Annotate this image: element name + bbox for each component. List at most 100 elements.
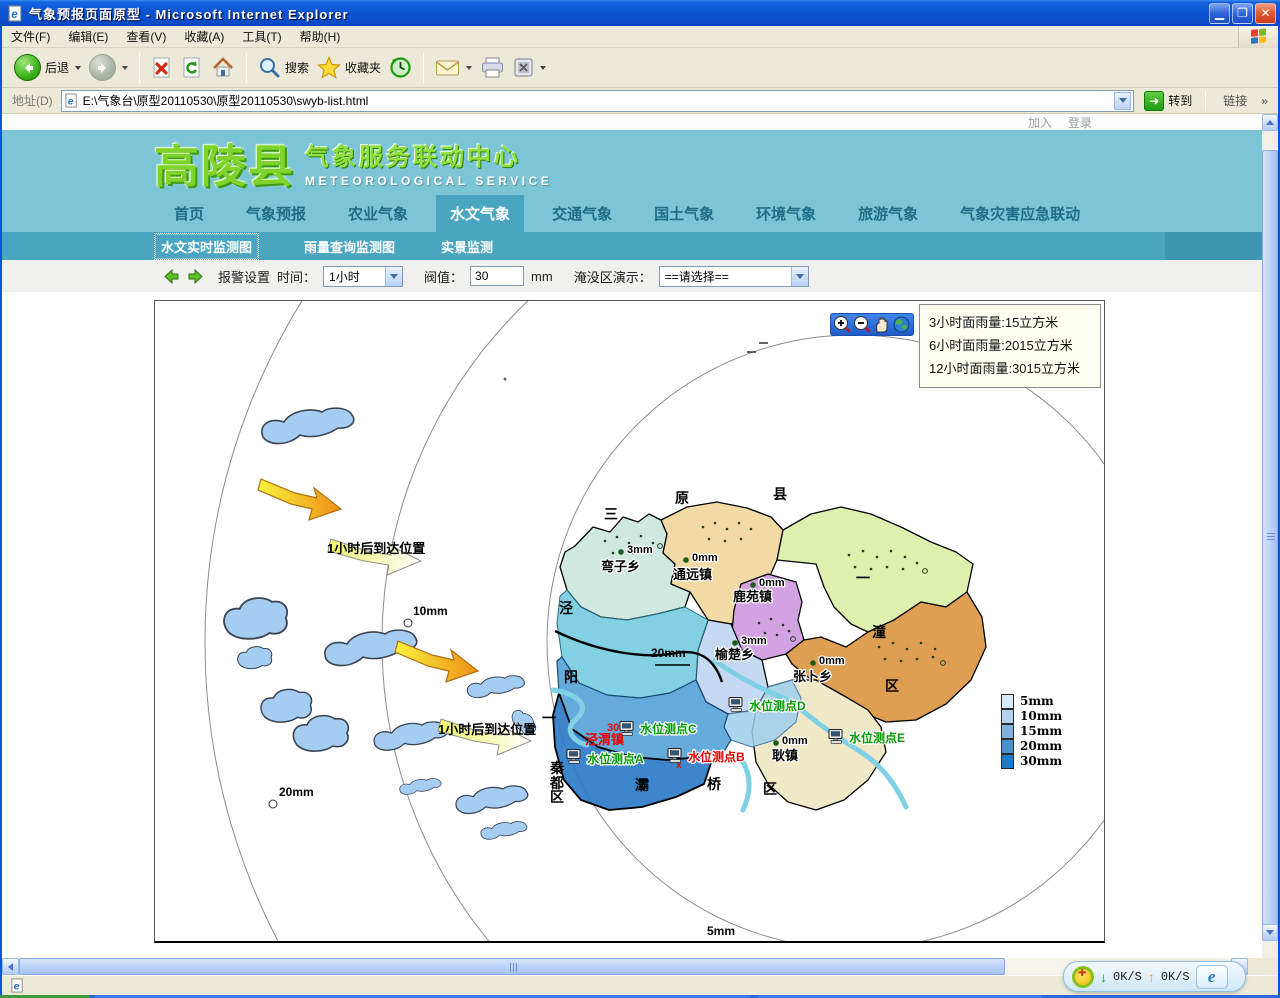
nav-land[interactable]: 国土气象 [640,195,728,232]
back-button[interactable]: 后退 [10,52,85,83]
print-button[interactable] [476,55,509,81]
station-C-label[interactable]: 水位测点C [640,721,697,736]
nav-agriculture[interactable]: 农业气象 [334,195,422,232]
station-B-label[interactable]: 水位测点B [688,749,745,764]
site-banner: 高陵县 气象服务联动中心 METEOROLOGICAL SERVICE [2,130,1264,195]
svg-text:e: e [11,7,18,20]
next-arrow-icon[interactable] [187,269,205,284]
prev-arrow-icon[interactable] [162,269,180,284]
menu-view[interactable]: 查看(V) [117,25,175,48]
back-dropdown-icon[interactable] [75,66,81,70]
station-D-label[interactable]: 水位测点D [749,698,806,713]
windows-logo-icon [1238,26,1278,48]
favorites-button[interactable]: 收藏夹 [313,54,385,81]
forward-icon [89,54,116,81]
vertical-scroll-thumb[interactable] [1262,150,1278,926]
stop-icon [151,56,173,80]
flood-select-dropdown-icon [791,267,808,286]
menu-file[interactable]: 文件(F) [2,25,59,48]
scroll-up-button[interactable] [1262,114,1278,131]
svg-text:0mm: 0mm [782,735,808,747]
favorites-label: 收藏夹 [345,59,381,76]
menu-favorites[interactable]: 收藏(A) [175,25,233,48]
time-select-value: 1小时 [324,268,385,285]
station-D-icon[interactable] [729,698,742,712]
scroll-down-button[interactable] [1262,924,1278,941]
links-label[interactable]: 链接 [1223,92,1247,109]
nav-weather-forecast[interactable]: 气象预报 [232,195,320,232]
nav-hydrology[interactable]: 水文气象 [436,195,524,232]
print-icon [480,57,505,79]
subtab-live-view[interactable]: 实景监测 [441,237,493,256]
svg-text:3mm: 3mm [627,544,653,556]
threshold-input[interactable] [470,266,524,286]
address-dropdown-button[interactable] [1114,92,1131,110]
time-select[interactable]: 1小时 [323,266,403,287]
toolbar-separator [423,53,424,83]
window-border-left [0,0,2,995]
stop-button[interactable] [147,54,177,82]
nav-home[interactable]: 首页 [160,195,218,232]
nav-environment[interactable]: 环境气象 [742,195,830,232]
ie-launcher-icon[interactable]: e [1196,965,1228,989]
address-input[interactable]: e E:\气象台\原型20110530\原型20110530\swyb-list… [61,90,1135,112]
rainfall-3h: 3小时面雨量:15立方米 [929,312,1091,335]
legend-label: 20mm [1014,739,1062,753]
forward-button[interactable] [85,52,132,83]
maximize-button[interactable]: ❐ [1232,3,1253,24]
orange-arrow-icon [258,479,341,520]
nav-disaster-emergency[interactable]: 气象灾害应急联动 [946,195,1094,232]
station-E-label[interactable]: 水位测点E [849,730,905,745]
edit-button[interactable] [509,55,550,80]
rainfall-12h: 12小时面雨量:3015立方米 [929,358,1091,381]
nav-tourism[interactable]: 旅游气象 [844,195,932,232]
horizontal-scrollbar[interactable] [2,958,1248,975]
title-bar[interactable]: e 气象预报页面原型 - Microsoft Internet Explorer… [0,0,1280,26]
svg-text:鹿苑镇: 鹿苑镇 [733,589,772,604]
station-A-label[interactable]: 水位测点A [587,751,644,766]
login-link[interactable]: 登录 [1068,114,1092,131]
links-chevron[interactable]: » [1261,94,1268,108]
download-arrow-icon: ↓ [1100,969,1107,985]
history-button[interactable] [385,54,416,81]
vertical-scrollbar[interactable] [1262,114,1278,958]
nav-traffic[interactable]: 交通气象 [538,195,626,232]
home-button[interactable] [207,54,239,82]
menu-tools[interactable]: 工具(T) [233,25,290,48]
flood-demo-select[interactable]: ==请选择== [659,266,809,287]
net-speed-widget[interactable]: ↓ 0K/S ↑ 0K/S e [1063,961,1246,992]
main-nav: 首页 气象预报 农业气象 水文气象 交通气象 国土气象 环境气象 旅游气象 气象… [2,195,1264,232]
svg-text:泾: 泾 [559,600,573,616]
refresh-button[interactable] [177,54,207,82]
status-ie-icon: e [10,978,25,993]
forward-dropdown-icon[interactable] [122,66,128,70]
go-icon: ➜ [1144,91,1164,111]
mail-button[interactable] [431,56,476,80]
minimize-button[interactable]: ▁ [1209,3,1230,24]
map-globe-icon[interactable] [892,315,911,334]
horizontal-scroll-thumb[interactable] [19,958,1005,975]
hydrology-map[interactable]: 10mm 20mm 5mm [154,300,1105,943]
go-button[interactable]: ➜ 转到 [1144,91,1192,111]
edit-dropdown-icon[interactable] [540,66,546,70]
ie-page-icon: e [7,5,24,22]
join-link[interactable]: 加入 [1028,114,1052,131]
close-button[interactable]: ✕ [1255,3,1276,24]
svg-text:桥: 桥 [707,776,722,792]
station-C-icon[interactable] [620,722,633,736]
subtab-realtime-monitor[interactable]: 水文实时监测图 [155,234,258,259]
menu-help[interactable]: 帮助(H) [291,25,350,48]
search-button[interactable]: 搜索 [254,54,313,81]
rain-cloud-echoes [224,408,539,839]
legend-swatch [1001,709,1014,724]
station-E-icon[interactable] [829,730,842,744]
scroll-left-button[interactable] [2,958,19,975]
map-pan-hand-icon[interactable] [872,315,891,334]
360-safety-icon[interactable] [1072,966,1094,988]
menu-edit[interactable]: 编辑(E) [59,25,117,48]
map-zoom-out-icon[interactable] [853,315,872,334]
mail-dropdown-icon[interactable] [466,66,472,70]
subtab-rain-query[interactable]: 雨量查询监测图 [304,237,395,256]
map-zoom-in-icon[interactable] [833,315,852,334]
station-A-icon[interactable] [567,750,580,764]
